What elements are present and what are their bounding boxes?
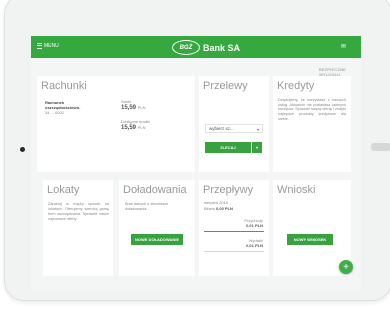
brand-name: Bank SA: [203, 42, 241, 53]
nowy-wniosek-button[interactable]: NOWY WNIOSEK: [287, 234, 333, 245]
home-button[interactable]: [371, 143, 390, 151]
card-title: Przelewy: [203, 80, 248, 92]
card-title: Wnioski: [277, 184, 316, 196]
card-title: Doładowania: [123, 184, 187, 196]
camera-icon: [20, 147, 25, 152]
card-przeplywy[interactable]: Przepływy sierpień 2015 Bilans 0,00 PLN …: [199, 180, 269, 276]
chevron-down-icon: ▾: [255, 145, 258, 150]
lokaty-text: Zarabiaj w mądry sposób na lokatach. Ofe…: [48, 202, 109, 221]
card-title: Rachunki: [41, 80, 87, 92]
bank-logo[interactable]: BGŻ Bank SA: [172, 40, 240, 55]
hamburger-icon: [37, 43, 42, 49]
income-bar: [204, 231, 264, 232]
card-title: Kredyty: [277, 80, 315, 92]
top-bar: MENU BGŻ Bank SA ✉: [31, 36, 361, 58]
expense-value: 0,01 PLN: [246, 243, 263, 248]
saldo-value: 15,59 PLN: [121, 105, 146, 111]
zlecaj-dropdown-button[interactable]: ▾: [252, 142, 262, 153]
menu-label: MENU: [44, 43, 59, 49]
chevron-down-icon: ▾: [256, 127, 259, 132]
card-lokaty[interactable]: Lokaty Zarabiaj w mądry sposób na lokata…: [43, 180, 113, 276]
expense-bar-track: [204, 251, 264, 252]
balance-row: Bilans 0,00 PLN: [204, 206, 233, 211]
saldo-label: Saldo: [121, 99, 132, 104]
card-wnioski[interactable]: Wnioski NOWY WNIOSEK: [273, 180, 351, 276]
menu-button[interactable]: MENU: [37, 43, 59, 49]
card-kredyty[interactable]: Kredyty Dziękujemy, że korzystasz z nasz…: [273, 76, 351, 172]
card-title: Lokaty: [47, 184, 80, 196]
dostepne-value: 15,59 PLN: [121, 125, 146, 131]
card-rachunki[interactable]: Rachunki Rachunek oszczędnościowo- 34 ..…: [37, 76, 195, 172]
app-screen: MENU BGŻ Bank SA ✉ BEZPIECZNE WYLOGUJ Ra…: [31, 36, 361, 290]
income-value: 0,01 PLN: [246, 223, 263, 228]
nowe-doladowanie-button[interactable]: NOWE DOŁADOWANIE: [131, 234, 183, 245]
kredyty-text: Dziękujemy, że korzystasz z naszych usłu…: [278, 98, 346, 121]
logo-mark: BGŻ: [172, 40, 200, 55]
add-icon[interactable]: +: [339, 260, 353, 274]
card-title: Przepływy: [203, 184, 254, 196]
account-number: 34 ... 0002: [45, 110, 64, 115]
transfer-select[interactable]: wybierz sz... ▾: [205, 124, 263, 133]
card-przelewy[interactable]: Przelewy wybierz sz... ▾ ZLECAJ ▾: [199, 76, 269, 172]
doladowania-text: Brak danych o zleceniach doładowania.: [125, 202, 169, 211]
dostepne-label: Dostępne środki: [121, 119, 150, 124]
envelope-icon[interactable]: ✉: [341, 43, 346, 50]
zlecaj-button[interactable]: ZLECAJ: [205, 142, 251, 153]
period-label: sierpień 2015: [204, 200, 229, 205]
card-doladowania[interactable]: Doładowania Brak danych o zleceniach doł…: [119, 180, 195, 276]
account-name: Rachunek oszczędnościowo-: [45, 100, 81, 110]
